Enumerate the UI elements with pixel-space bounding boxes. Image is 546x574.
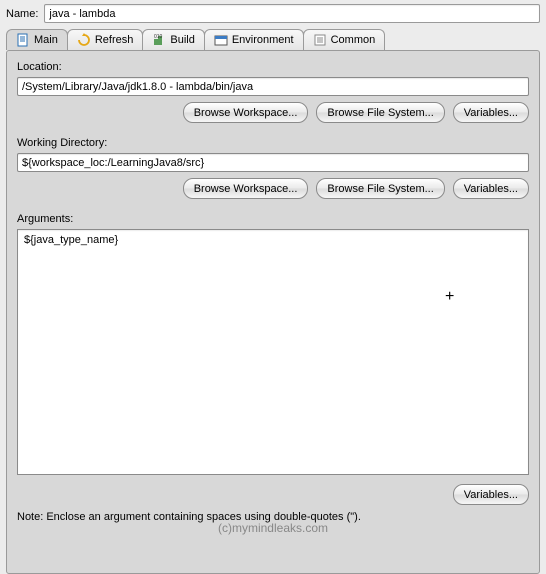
browse-filesystem-button[interactable]: Browse File System... — [316, 178, 444, 199]
tabs-row: Main Refresh 010 Build Environment Commo… — [0, 27, 546, 50]
tab-label: Main — [34, 34, 58, 46]
watermark-text: (c)mymindleaks.com — [7, 521, 539, 535]
location-buttons: Browse Workspace... Browse File System..… — [17, 102, 529, 123]
tab-main[interactable]: Main — [6, 29, 68, 50]
variables-button[interactable]: Variables... — [453, 484, 529, 505]
name-row: Name: — [0, 0, 546, 27]
build-icon: 010 — [152, 33, 166, 47]
browse-workspace-button[interactable]: Browse Workspace... — [183, 102, 309, 123]
tab-label: Build — [170, 34, 194, 46]
working-directory-input[interactable] — [17, 153, 529, 172]
arguments-buttons: Variables... — [17, 484, 529, 505]
document-icon — [16, 33, 30, 47]
common-icon — [313, 33, 327, 47]
browse-filesystem-button[interactable]: Browse File System... — [316, 102, 444, 123]
environment-icon — [214, 33, 228, 47]
tab-environment[interactable]: Environment — [204, 29, 304, 50]
location-input[interactable] — [17, 77, 529, 96]
name-input[interactable] — [44, 4, 540, 23]
tab-label: Common — [331, 34, 376, 46]
tab-refresh[interactable]: Refresh — [67, 29, 144, 50]
tab-label: Refresh — [95, 34, 134, 46]
tab-build[interactable]: 010 Build — [142, 29, 204, 50]
main-panel: Location: Browse Workspace... Browse Fil… — [6, 50, 540, 574]
arguments-note: Note: Enclose an argument containing spa… — [17, 511, 529, 523]
arguments-textarea[interactable] — [17, 229, 529, 475]
variables-button[interactable]: Variables... — [453, 102, 529, 123]
refresh-icon — [77, 33, 91, 47]
arguments-label: Arguments: — [17, 213, 529, 225]
variables-button[interactable]: Variables... — [453, 178, 529, 199]
svg-text:010: 010 — [154, 34, 163, 40]
tab-common[interactable]: Common — [303, 29, 386, 50]
location-label: Location: — [17, 61, 529, 73]
name-label: Name: — [6, 8, 38, 20]
working-directory-buttons: Browse Workspace... Browse File System..… — [17, 178, 529, 199]
browse-workspace-button[interactable]: Browse Workspace... — [183, 178, 309, 199]
working-directory-label: Working Directory: — [17, 137, 529, 149]
tab-label: Environment — [232, 34, 294, 46]
